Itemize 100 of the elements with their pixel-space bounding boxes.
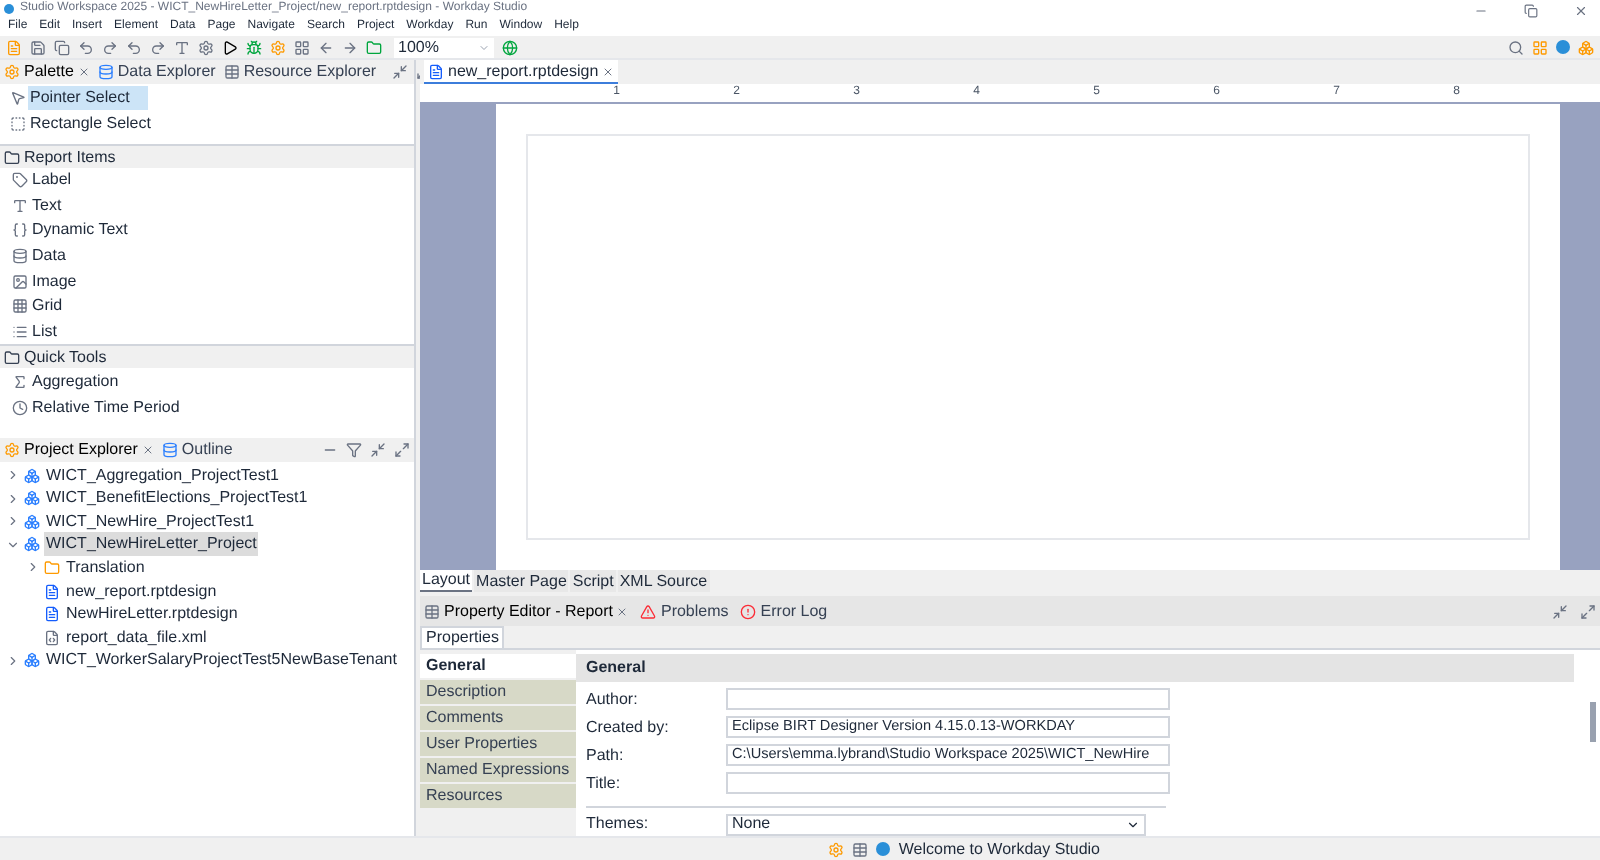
palette-item[interactable]: Aggregation bbox=[32, 369, 119, 394]
minimize-icon bbox=[370, 441, 386, 458]
braces-icon bbox=[12, 222, 28, 239]
maximize-icon bbox=[394, 441, 410, 458]
report-file-icon bbox=[44, 606, 60, 623]
palette-item[interactable]: Grid bbox=[32, 294, 63, 319]
caret-icon bbox=[1126, 817, 1140, 831]
clock-icon bbox=[12, 400, 28, 417]
list-icon bbox=[12, 323, 28, 340]
xml-file-icon bbox=[44, 629, 60, 646]
scrollbar[interactable] bbox=[1590, 702, 1596, 742]
panel-tab[interactable]: Property Editor - Report bbox=[444, 599, 613, 623]
view-tab[interactable]: XML Source bbox=[617, 570, 710, 592]
gear-icon bbox=[198, 39, 214, 55]
close-icon[interactable] bbox=[616, 605, 629, 617]
panel-tab[interactable]: Error Log bbox=[760, 599, 828, 623]
chevron-right-icon[interactable] bbox=[26, 560, 40, 575]
close-icon[interactable] bbox=[77, 66, 90, 78]
project-icon bbox=[24, 513, 40, 530]
minimize-icon bbox=[1552, 603, 1568, 619]
panel-tab[interactable]: Data Explorer bbox=[117, 60, 216, 84]
text-icon bbox=[12, 197, 28, 214]
minimize-icon bbox=[392, 64, 409, 80]
zoom-field[interactable]: 100% bbox=[394, 37, 494, 57]
properties-tab[interactable]: Properties bbox=[420, 626, 505, 648]
palette-item[interactable]: Dynamic Text bbox=[32, 218, 128, 243]
palette-item[interactable]: List bbox=[32, 319, 57, 344]
tree-item[interactable]: new_report.rptdesign bbox=[64, 579, 219, 604]
chevron-right-icon[interactable] bbox=[6, 653, 20, 668]
tree-item[interactable]: WICT_BenefitElections_ProjectTest1 bbox=[44, 486, 310, 511]
editor-tab[interactable]: new_report.rptdesign bbox=[424, 60, 619, 84]
filter-icon bbox=[346, 441, 362, 458]
palette-item[interactable]: Text bbox=[32, 193, 62, 218]
tree-item[interactable]: WICT_NewHire_ProjectTest1 bbox=[44, 509, 257, 534]
view-tab[interactable]: Script bbox=[570, 570, 616, 592]
field-label: Created by: bbox=[586, 715, 671, 739]
status-message: Welcome to Workday Studio bbox=[898, 837, 1100, 860]
palette-item[interactable]: Image bbox=[32, 269, 77, 294]
palette-item[interactable]: Label bbox=[32, 168, 72, 193]
section-header[interactable]: Report Items bbox=[0, 144, 414, 168]
category-tab[interactable]: Comments bbox=[420, 706, 576, 730]
new-file-icon bbox=[6, 39, 22, 55]
category-tab[interactable]: User Properties bbox=[420, 732, 576, 756]
chevron-down-icon[interactable] bbox=[6, 537, 20, 552]
tree-item[interactable]: WICT_WorkerSalaryProjectTest5NewBaseTenant bbox=[44, 648, 399, 673]
tag-icon bbox=[12, 172, 28, 189]
redo-icon bbox=[150, 39, 166, 55]
bug-icon bbox=[246, 39, 262, 55]
panel-tab[interactable]: Outline bbox=[181, 437, 233, 462]
category-tab[interactable]: Named Expressions bbox=[420, 758, 576, 782]
view-tab[interactable]: Layout bbox=[420, 570, 473, 592]
project-icon bbox=[24, 652, 40, 669]
database-icon bbox=[12, 248, 28, 265]
chevron-right-icon[interactable] bbox=[6, 514, 20, 529]
tree-item[interactable]: Translation bbox=[64, 555, 147, 580]
save-icon bbox=[30, 39, 46, 55]
close-icon[interactable] bbox=[602, 65, 615, 77]
text-field[interactable] bbox=[726, 688, 1170, 710]
pointer-icon bbox=[10, 89, 26, 105]
section-header: General bbox=[576, 654, 1574, 682]
chevron-right-icon[interactable] bbox=[6, 491, 20, 506]
redo-icon bbox=[102, 39, 118, 55]
palette-tool[interactable]: Rectangle Select bbox=[28, 111, 148, 135]
close-icon[interactable] bbox=[1574, 4, 1588, 18]
field-label: Path: bbox=[586, 743, 626, 767]
category-tab[interactable]: Description bbox=[420, 680, 576, 704]
tree-item[interactable]: WICT_NewHireLetter_Project bbox=[44, 532, 259, 557]
view-tab[interactable]: Master Page bbox=[474, 570, 569, 592]
panel-tab[interactable]: Resource Explorer bbox=[243, 60, 377, 84]
table-icon bbox=[223, 64, 240, 80]
workday-icon bbox=[876, 842, 891, 856]
category-tab[interactable]: Resources bbox=[420, 784, 576, 808]
workday-icon[interactable] bbox=[1556, 40, 1570, 54]
restore-icon[interactable] bbox=[1524, 4, 1538, 18]
panel-tab[interactable]: Project Explorer bbox=[24, 437, 138, 462]
field-label: Themes: bbox=[586, 812, 651, 836]
panel-tab[interactable]: Problems bbox=[660, 599, 729, 623]
panel-tab[interactable]: Palette bbox=[24, 60, 74, 84]
project-icon bbox=[24, 536, 40, 553]
database-icon bbox=[161, 441, 178, 458]
alert-icon bbox=[740, 603, 757, 619]
warning-icon bbox=[640, 603, 657, 619]
palette-item[interactable]: Relative Time Period bbox=[32, 396, 180, 421]
category-tab[interactable]: General bbox=[420, 654, 576, 678]
section-header[interactable]: Quick Tools bbox=[0, 344, 414, 368]
folder-icon bbox=[366, 39, 382, 55]
close-icon[interactable] bbox=[141, 443, 154, 456]
tree-item[interactable]: WICT_Aggregation_ProjectTest1 bbox=[44, 463, 281, 488]
dropdown[interactable]: None bbox=[726, 813, 1146, 835]
tree-item[interactable]: report_data_file.xml bbox=[64, 625, 209, 650]
report-file-icon bbox=[44, 583, 60, 600]
app-icon bbox=[4, 4, 14, 14]
palette-tool[interactable]: Pointer Select bbox=[28, 85, 148, 109]
sigma-icon bbox=[12, 373, 28, 390]
chevron-right-icon[interactable] bbox=[6, 468, 20, 483]
grid-icon bbox=[12, 298, 28, 315]
palette-item[interactable]: Data bbox=[32, 244, 66, 269]
folder-icon bbox=[44, 559, 60, 576]
text-field[interactable] bbox=[726, 772, 1170, 794]
tree-item[interactable]: NewHireLetter.rptdesign bbox=[64, 602, 240, 627]
